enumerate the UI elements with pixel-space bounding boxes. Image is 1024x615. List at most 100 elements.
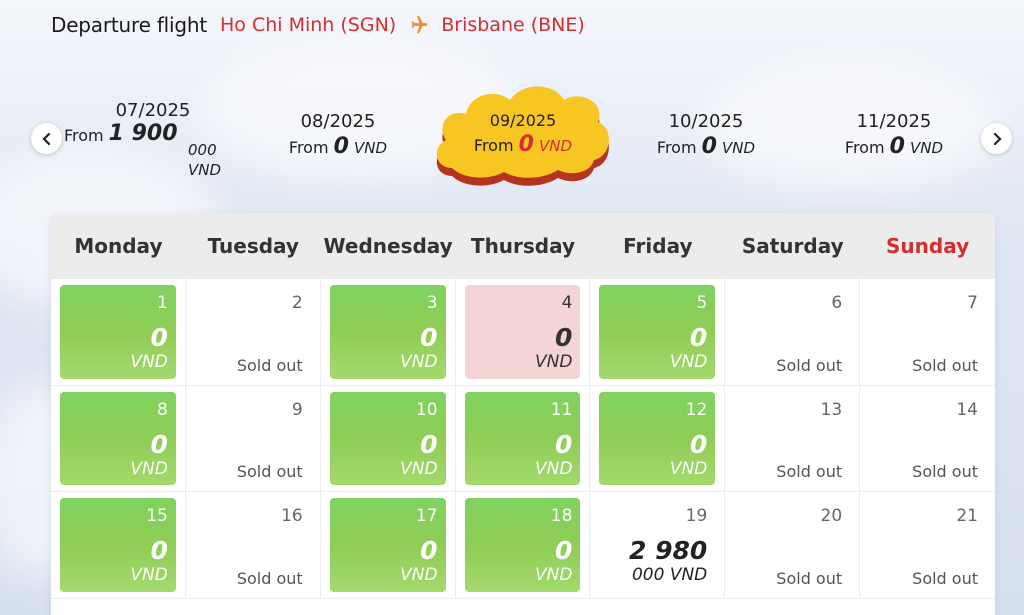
- month-label: 08/2025: [300, 111, 376, 132]
- calendar-day-cell[interactable]: 11 0 VND: [455, 385, 591, 492]
- day-number: 14: [956, 399, 978, 420]
- from-label: From: [473, 136, 514, 155]
- day-price: 0: [555, 429, 573, 459]
- day-number: 1: [157, 293, 168, 313]
- day-currency: 000 VND: [631, 565, 708, 585]
- day-currency: VND: [130, 458, 168, 479]
- month-label: 11/2025: [856, 111, 932, 132]
- page-title: Departure flight: [51, 13, 208, 37]
- day-tile: 2 Sold out: [195, 285, 311, 379]
- calendar-day-cell: 13 Sold out: [725, 385, 861, 492]
- calendar-day-cell[interactable]: 1 0 VND: [51, 279, 186, 386]
- day-currency: VND: [130, 352, 168, 372]
- calendar-day-cell[interactable]: 5 0 VND: [590, 279, 726, 386]
- day-tile[interactable]: 18 0 VND: [464, 498, 581, 592]
- calendar-day-cell: 9 Sold out: [185, 385, 321, 492]
- airplane-icon: [407, 14, 429, 36]
- month-currency: VND: [910, 139, 944, 157]
- sold-out-label: Sold out: [912, 568, 978, 588]
- day-tile[interactable]: 15 0 VND: [60, 498, 176, 592]
- day-tile[interactable]: 10 0 VND: [329, 391, 446, 485]
- day-price: 0: [420, 429, 438, 459]
- day-number: 13: [820, 399, 843, 420]
- day-tile[interactable]: 12 0 VND: [599, 391, 716, 485]
- day-tile[interactable]: 3 0 VND: [329, 285, 446, 379]
- day-number: 21: [956, 506, 978, 526]
- day-price: 0: [689, 429, 708, 459]
- sold-out-label: Sold out: [236, 355, 303, 375]
- weekday-friday: Friday: [623, 234, 693, 258]
- calendar-day-cell[interactable]: 3 0 VND: [320, 279, 456, 386]
- calendar-day-cell[interactable]: 19 2 980 000 VND: [590, 492, 726, 599]
- fare-calendar: Monday Tuesday Wednesday Thursday Friday…: [51, 213, 995, 615]
- day-tile: 13 Sold out: [734, 392, 850, 486]
- sold-out-label: Sold out: [776, 568, 843, 588]
- day-price: 0: [689, 323, 708, 352]
- day-tile[interactable]: 17 0 VND: [329, 498, 446, 592]
- month-tab-07-2025[interactable]: 07/2025 From 1 900 000 VND: [64, 100, 234, 180]
- calendar-day-cell[interactable]: 8 0 VND: [51, 385, 186, 492]
- day-price: 0: [555, 536, 573, 565]
- day-currency: VND: [400, 352, 438, 372]
- calendar-day-cell[interactable]: 18 0 VND: [455, 492, 591, 599]
- day-price: 0: [150, 536, 168, 565]
- day-number: 17: [415, 506, 438, 526]
- month-price: 0: [701, 134, 717, 159]
- month-currency: VND: [722, 139, 756, 157]
- sold-out-label: Sold out: [776, 355, 843, 375]
- day-price: 2 980: [628, 536, 708, 565]
- sold-out-label: Sold out: [912, 462, 978, 481]
- sold-out-label: Sold out: [776, 462, 843, 481]
- day-number: 5: [696, 293, 708, 313]
- month-tab-10-2025[interactable]: 10/2025 From 0 VND: [650, 111, 762, 159]
- weekday-saturday: Saturday: [741, 234, 844, 258]
- month-label: 09/2025: [489, 111, 557, 130]
- next-month-button[interactable]: [981, 123, 1012, 154]
- month-tab-08-2025[interactable]: 08/2025 From 0 VND: [282, 111, 394, 159]
- day-number: 2: [291, 293, 303, 313]
- month-price: 0: [889, 134, 905, 159]
- day-currency: VND: [400, 458, 438, 479]
- calendar-day-cell[interactable]: 15 0 VND: [51, 492, 186, 599]
- month-tab-11-2025[interactable]: 11/2025 From 0 VND: [838, 111, 950, 159]
- day-number: 10: [415, 399, 438, 420]
- month-tab-09-2025[interactable]: 09/2025 From 0 VND: [465, 111, 581, 157]
- day-tile[interactable]: 4 0 VND: [464, 285, 581, 379]
- day-number: 3: [426, 293, 438, 313]
- day-tile: 21 Sold out: [869, 498, 986, 592]
- calendar-day-cell[interactable]: 17 0 VND: [320, 492, 456, 599]
- day-currency: VND: [534, 565, 573, 585]
- weekday-sunday: Sunday: [886, 234, 970, 258]
- calendar-day-cell[interactable]: 12 0 VND: [590, 385, 726, 492]
- day-currency: VND: [130, 565, 168, 585]
- sold-out-label: Sold out: [912, 355, 978, 375]
- day-tile[interactable]: 1 0 VND: [60, 285, 176, 379]
- day-currency: VND: [534, 458, 573, 479]
- day-tile[interactable]: 11 0 VND: [464, 391, 581, 485]
- calendar-day-cell[interactable]: 4 0 VND: [455, 279, 591, 386]
- currency-line: 000: [188, 141, 217, 159]
- calendar-day-cell: 14 Sold out: [860, 386, 995, 492]
- weekday-tuesday: Tuesday: [207, 234, 299, 258]
- day-price: 0: [555, 323, 573, 352]
- calendar-day-cell[interactable]: 10 0 VND: [320, 385, 456, 492]
- day-number: 19: [685, 506, 708, 526]
- destination-city: Brisbane (BNE): [441, 14, 585, 36]
- day-number: 9: [291, 399, 303, 420]
- weekday-header: Monday Tuesday Wednesday Thursday Friday…: [51, 213, 995, 279]
- day-tile[interactable]: 8 0 VND: [60, 391, 176, 485]
- weekday-thursday: Thursday: [470, 234, 576, 258]
- calendar-day-cell: 16 Sold out: [185, 492, 321, 599]
- day-currency: VND: [534, 352, 573, 372]
- day-price: 0: [420, 536, 438, 565]
- currency-line: VND: [188, 161, 222, 179]
- day-tile[interactable]: 19 2 980 000 VND: [599, 498, 715, 592]
- day-number: 15: [146, 506, 168, 526]
- day-number: 4: [561, 293, 573, 313]
- day-tile[interactable]: 5 0 VND: [599, 285, 716, 379]
- calendar-day-cell: 20 Sold out: [725, 492, 861, 599]
- month-label: 10/2025: [668, 111, 744, 132]
- day-number: 18: [550, 506, 573, 526]
- prev-month-button[interactable]: [31, 123, 62, 154]
- day-number: 16: [281, 506, 303, 526]
